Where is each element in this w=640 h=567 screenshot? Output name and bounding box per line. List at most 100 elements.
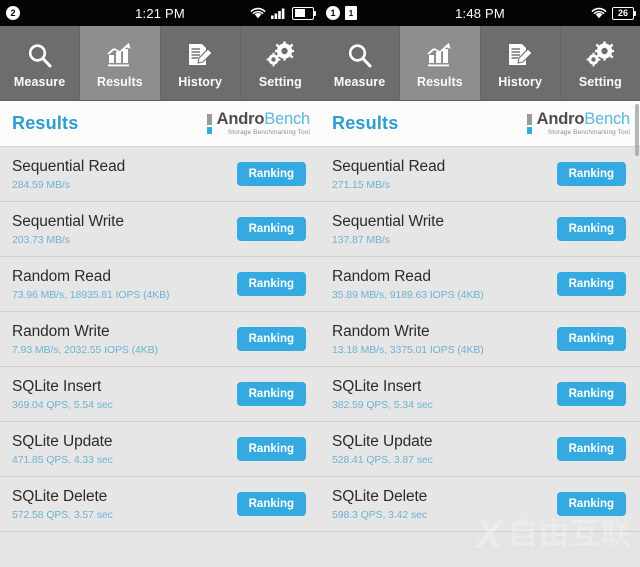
chart-icon [425, 37, 455, 71]
dual-screenshot-comparison: 2 1:21 PM Measure Results History Settin… [0, 0, 640, 567]
logo-mark-icon [526, 113, 532, 134]
result-row: Random Read 35.89 MB/s, 9189.63 IOPS (4K… [320, 257, 640, 312]
result-value: 528.41 QPS, 3.87 sec [332, 453, 433, 466]
tab-results[interactable]: Results [400, 26, 481, 100]
signal-icon [271, 7, 287, 19]
status-bar-right-icons: 26 [591, 6, 636, 20]
tab-label: Setting [578, 75, 622, 89]
result-title: SQLite Insert [332, 377, 422, 395]
notification-badge-icon: 1 [326, 6, 340, 20]
logo-primary-text: Andro [536, 109, 585, 128]
ranking-button[interactable]: Ranking [236, 271, 306, 297]
logo-primary-text: Andro [216, 109, 265, 128]
tab-history[interactable]: History [161, 26, 241, 100]
result-title: SQLite Update [12, 432, 113, 450]
result-value: 271.15 MB/s [332, 178, 390, 191]
ranking-button[interactable]: Ranking [236, 326, 306, 352]
result-title: Random Read [332, 267, 431, 285]
wifi-icon [591, 7, 607, 19]
result-row: SQLite Update 528.41 QPS, 3.87 sec Ranki… [320, 422, 640, 477]
results-list: Sequential Read 271.15 MB/s Ranking Sequ… [320, 147, 640, 567]
androbench-logo: AndroBench Storage Benchmarking Tool [526, 109, 630, 137]
search-icon [345, 37, 375, 71]
ranking-button[interactable]: Ranking [236, 491, 306, 517]
result-row: SQLite Insert 369.04 QPS, 5.54 sec Ranki… [0, 367, 320, 422]
panel-right: 1 1 1:48 PM 26 Measure Results History S… [320, 0, 640, 567]
results-list: Sequential Read 284.59 MB/s Ranking Sequ… [0, 147, 320, 567]
result-title: SQLite Insert [12, 377, 102, 395]
ranking-button[interactable]: Ranking [556, 436, 626, 462]
result-row: SQLite Insert 382.59 QPS, 5.34 sec Ranki… [320, 367, 640, 422]
result-row: SQLite Update 471.85 QPS, 4.33 sec Ranki… [0, 422, 320, 477]
result-value: 369.04 QPS, 5.54 sec [12, 398, 113, 411]
result-value: 471.85 QPS, 4.33 sec [12, 453, 113, 466]
gears-icon [265, 37, 295, 71]
document-edit-icon [185, 37, 215, 71]
result-row: Sequential Read 271.15 MB/s Ranking [320, 147, 640, 202]
tab-measure[interactable]: Measure [0, 26, 81, 100]
ranking-button[interactable]: Ranking [556, 271, 626, 297]
chart-icon [105, 37, 135, 71]
logo-tagline: Storage Benchmarking Tool [547, 128, 630, 136]
scrollbar[interactable] [635, 104, 639, 156]
status-bar-left-icons: 2 [6, 6, 96, 20]
notification-badge-icon: 2 [6, 6, 20, 20]
page-header: Results AndroBench Storage Benchmarking … [0, 101, 320, 147]
result-value: 598.3 QPS, 3.42 sec [332, 508, 427, 521]
status-bar-right-icons [250, 6, 316, 20]
status-bar: 1 1 1:48 PM 26 [320, 0, 640, 26]
tab-setting[interactable]: Setting [561, 26, 640, 100]
status-bar-left-icons: 1 1 [326, 6, 416, 20]
result-value: 382.59 QPS, 5.34 sec [332, 398, 433, 411]
ranking-button[interactable]: Ranking [236, 381, 306, 407]
result-value: 13.18 MB/s, 3375.01 IOPS (4KB) [332, 343, 484, 356]
logo-tagline: Storage Benchmarking Tool [227, 128, 310, 136]
wifi-icon [250, 7, 266, 19]
search-icon [25, 37, 55, 71]
result-title: SQLite Delete [332, 487, 428, 505]
ranking-button[interactable]: Ranking [556, 491, 626, 517]
document-edit-icon [505, 37, 535, 71]
result-title: SQLite Delete [12, 487, 108, 505]
androbench-logo: AndroBench Storage Benchmarking Tool [206, 109, 310, 137]
result-row: SQLite Delete 598.3 QPS, 3.42 sec Rankin… [320, 477, 640, 532]
result-value: 137.87 MB/s [332, 233, 390, 246]
battery-icon [292, 6, 316, 20]
page-header: Results AndroBench Storage Benchmarking … [320, 101, 640, 147]
gears-icon [585, 37, 615, 71]
ranking-button[interactable]: Ranking [556, 216, 626, 242]
result-title: Random Write [12, 322, 110, 340]
result-value: 7.93 MB/s, 2032.55 IOPS (4KB) [12, 343, 158, 356]
sim-icon: 1 [345, 6, 357, 20]
ranking-button[interactable]: Ranking [556, 326, 626, 352]
result-row: Sequential Write 203.73 MB/s Ranking [0, 202, 320, 257]
result-value: 572.58 QPS, 3.57 sec [12, 508, 113, 521]
result-title: Random Write [332, 322, 430, 340]
ranking-button[interactable]: Ranking [236, 161, 306, 187]
result-row: Random Write 13.18 MB/s, 3375.01 IOPS (4… [320, 312, 640, 367]
tab-label: Results [416, 75, 463, 89]
tab-history[interactable]: History [481, 26, 561, 100]
tab-results[interactable]: Results [80, 26, 161, 100]
status-bar: 2 1:21 PM [0, 0, 320, 26]
tab-setting[interactable]: Setting [241, 26, 320, 100]
tab-measure[interactable]: Measure [320, 26, 401, 100]
result-row: Random Write 7.93 MB/s, 2032.55 IOPS (4K… [0, 312, 320, 367]
tab-label: Results [96, 75, 143, 89]
result-value: 284.59 MB/s [12, 178, 70, 191]
ranking-button[interactable]: Ranking [556, 161, 626, 187]
ranking-button[interactable]: Ranking [236, 436, 306, 462]
result-row: Sequential Write 137.87 MB/s Ranking [320, 202, 640, 257]
logo-secondary-text: Bench [584, 109, 630, 128]
result-title: SQLite Update [332, 432, 433, 450]
result-title: Sequential Write [332, 212, 444, 230]
tab-label: Setting [258, 75, 302, 89]
result-value: 203.73 MB/s [12, 233, 70, 246]
result-title: Sequential Write [12, 212, 124, 230]
result-row: Sequential Read 284.59 MB/s Ranking [0, 147, 320, 202]
result-title: Sequential Read [332, 157, 446, 175]
ranking-button[interactable]: Ranking [556, 381, 626, 407]
result-row: Random Read 73.96 MB/s, 18935.81 IOPS (4… [0, 257, 320, 312]
ranking-button[interactable]: Ranking [236, 216, 306, 242]
tab-label: History [178, 75, 223, 89]
